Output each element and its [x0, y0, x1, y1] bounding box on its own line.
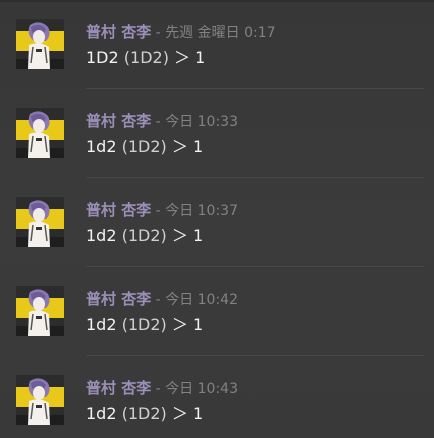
character-portrait-icon	[16, 108, 64, 158]
message-content: 1d2 (1D2) ＞ 1	[86, 314, 203, 336]
result-arrow: ＞	[171, 137, 188, 156]
character-portrait-icon	[16, 286, 64, 336]
timestamp: 先週 金曜日 0:17	[165, 25, 276, 41]
author-name[interactable]: 普村 杏李	[86, 201, 151, 219]
message-header: 普村 杏李 - 今日 10:43	[86, 378, 238, 398]
dice-result: 1	[192, 137, 204, 156]
dice-expression: (1D2)	[121, 315, 167, 334]
result-arrow: ＞	[171, 226, 188, 245]
message-header: 普村 杏李 - 今日 10:33	[86, 111, 238, 131]
message-header: 普村 杏李 - 先週 金曜日 0:17	[86, 22, 276, 42]
dice-result: 1	[192, 404, 204, 423]
separator: -	[151, 381, 166, 397]
author-name[interactable]: 普村 杏李	[86, 112, 151, 130]
chat-message: 普村 杏李 - 今日 10:43 1d2 (1D2) ＞ 1	[0, 356, 434, 438]
message-header: 普村 杏李 - 今日 10:42	[86, 289, 238, 309]
avatar[interactable]	[16, 19, 64, 69]
character-portrait-icon	[16, 197, 64, 247]
author-name[interactable]: 普村 杏李	[86, 23, 151, 41]
dice-expression: (1D2)	[121, 137, 167, 156]
character-portrait-icon	[16, 19, 64, 69]
dice-command: 1d2	[86, 137, 117, 156]
avatar[interactable]	[16, 108, 64, 158]
avatar[interactable]	[16, 375, 64, 425]
dice-command: 1d2	[86, 404, 117, 423]
chat-message: 普村 杏李 - 今日 10:42 1d2 (1D2) ＞ 1	[0, 267, 434, 356]
dice-expression: (1D2)	[123, 48, 169, 67]
chat-log: 普村 杏李 - 先週 金曜日 0:17 1D2 (1D2) ＞ 1 普村 杏李 …	[0, 0, 434, 438]
timestamp: 今日 10:37	[165, 203, 238, 219]
result-arrow: ＞	[171, 404, 188, 423]
separator: -	[151, 114, 166, 130]
chat-message: 普村 杏李 - 先週 金曜日 0:17 1D2 (1D2) ＞ 1	[0, 0, 434, 89]
timestamp: 今日 10:33	[165, 114, 238, 130]
dice-result: 1	[192, 315, 204, 334]
dice-command: 1d2	[86, 315, 117, 334]
separator: -	[151, 203, 166, 219]
dice-result: 1	[195, 48, 206, 67]
message-content: 1d2 (1D2) ＞ 1	[86, 225, 203, 247]
dice-expression: (1D2)	[121, 226, 167, 245]
message-content: 1d2 (1D2) ＞ 1	[86, 136, 203, 158]
message-header: 普村 杏李 - 今日 10:37	[86, 200, 238, 220]
dice-expression: (1D2)	[121, 404, 167, 423]
message-content: 1D2 (1D2) ＞ 1	[86, 47, 205, 69]
result-arrow: ＞	[174, 48, 191, 67]
dice-command: 1d2	[86, 226, 117, 245]
character-portrait-icon	[16, 375, 64, 425]
result-arrow: ＞	[171, 315, 188, 334]
message-content: 1d2 (1D2) ＞ 1	[86, 403, 203, 425]
timestamp: 今日 10:42	[165, 292, 238, 308]
author-name[interactable]: 普村 杏李	[86, 290, 151, 308]
chat-message: 普村 杏李 - 今日 10:33 1d2 (1D2) ＞ 1	[0, 89, 434, 178]
chat-message: 普村 杏李 - 今日 10:37 1d2 (1D2) ＞ 1	[0, 178, 434, 267]
avatar[interactable]	[16, 197, 64, 247]
avatar[interactable]	[16, 286, 64, 336]
separator: -	[151, 25, 166, 41]
separator: -	[151, 292, 166, 308]
dice-command: 1D2	[86, 48, 119, 67]
author-name[interactable]: 普村 杏李	[86, 379, 151, 397]
timestamp: 今日 10:43	[165, 381, 238, 397]
dice-result: 1	[192, 226, 204, 245]
